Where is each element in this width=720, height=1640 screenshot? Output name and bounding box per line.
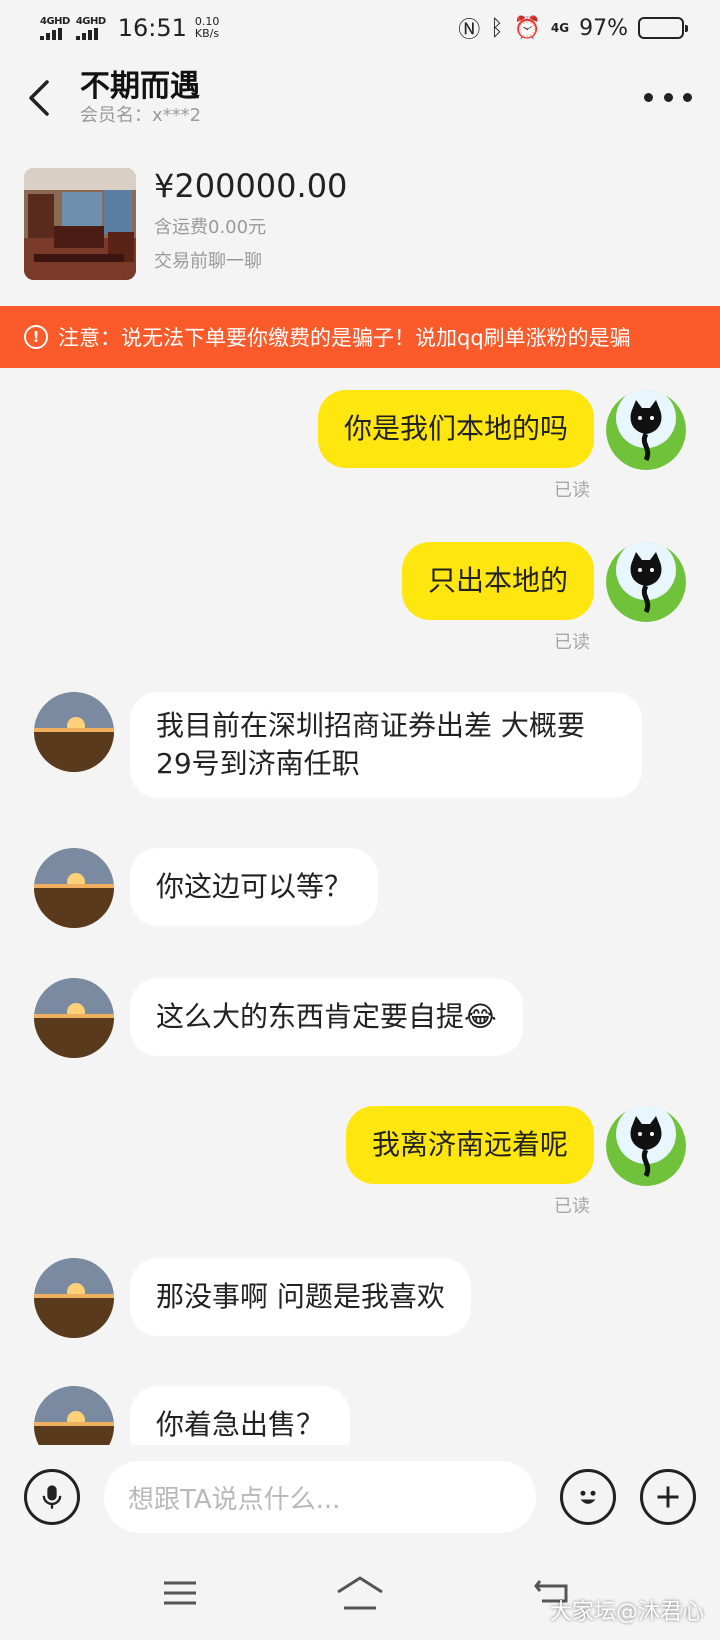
title-block: 不期而遇 会员名：x***2 — [80, 69, 201, 127]
incoming-message-bubble[interactable]: 那没事啊 问题是我喜欢 — [130, 1258, 471, 1336]
signal-bars-icon — [40, 27, 62, 40]
incoming-message-bubble[interactable]: 我目前在深圳招商证券出差 大概要29号到济南任职 — [130, 692, 642, 798]
read-receipt: 已读 — [554, 1196, 590, 1217]
seller-avatar[interactable] — [34, 1258, 114, 1338]
microphone-icon — [42, 1485, 62, 1509]
product-image[interactable] — [24, 168, 136, 280]
nav-home-button[interactable] — [336, 1573, 384, 1613]
network-type: 4G — [550, 21, 570, 35]
network-speed: 0.10 KB/s — [195, 16, 220, 40]
message-item: 我目前在深圳招商证券出差 大概要29号到济南任职 — [0, 692, 720, 802]
message-text: 这么大的东西肯定要自提😂 — [156, 1000, 497, 1033]
message-text: 我离济南远着呢 — [371, 1128, 568, 1161]
message-input[interactable]: 想跟TA说点什么... — [104, 1461, 536, 1533]
incoming-message-bubble[interactable]: 你这边可以等？ — [130, 848, 379, 926]
cat-avatar-icon — [606, 1106, 686, 1186]
sunset-avatar-icon — [34, 1386, 114, 1445]
alarm-icon: ⏰ — [513, 15, 541, 41]
incoming-message-bubble[interactable]: 这么大的东西肯定要自提😂 — [130, 978, 523, 1056]
my-avatar[interactable] — [606, 390, 686, 470]
nfc-icon: Ⓝ — [458, 18, 481, 43]
product-price: ¥200000.00 — [154, 167, 348, 205]
signal-indicator-1: 4GHD — [40, 15, 70, 40]
sunset-avatar-icon — [34, 1258, 114, 1338]
message-text: 你这边可以等？ — [156, 870, 353, 903]
warning-text: 注意：说无法下单要你缴费的是骗子！说加qq刷单涨粉的是骗 — [58, 326, 631, 350]
more-button[interactable] — [644, 84, 692, 110]
battery-icon — [638, 17, 688, 39]
message-item: 那没事啊 问题是我喜欢 — [0, 1258, 720, 1338]
message-item: 你着急出售？ — [0, 1386, 720, 1445]
message-list[interactable]: 你是我们本地的吗 已读 只出本地的 已读 我目前在深圳招商证券出差 大概要29号… — [0, 368, 720, 1445]
outgoing-message-bubble[interactable]: 我离济南远着呢 — [345, 1106, 594, 1184]
incoming-message-bubble[interactable]: 你着急出售？ — [130, 1386, 351, 1445]
nav-menu-button[interactable] — [156, 1573, 204, 1613]
watermark: 大家坛@沐君心 — [549, 1600, 704, 1625]
read-receipt: 已读 — [554, 632, 590, 653]
menu-icon — [164, 1581, 196, 1605]
cat-avatar-icon — [606, 542, 686, 622]
sunset-avatar-icon — [34, 848, 114, 928]
outgoing-message-bubble[interactable]: 你是我们本地的吗 — [317, 390, 594, 468]
seller-avatar[interactable] — [34, 692, 114, 772]
status-icons: Ⓝ ᛒ ⏰ 4G 97% — [458, 12, 688, 44]
message-text: 只出本地的 — [427, 564, 568, 597]
message-input-placeholder: 想跟TA说点什么... — [128, 1484, 341, 1515]
message-text: 那没事啊 问题是我喜欢 — [156, 1280, 445, 1313]
chat-title: 不期而遇 — [80, 69, 200, 104]
signal-label-1: 4GHD — [40, 15, 70, 27]
battery-percent: 97% — [579, 15, 628, 41]
product-card[interactable]: ¥200000.00 含运费0.00元 交易前聊一聊 — [0, 150, 720, 290]
my-avatar[interactable] — [606, 1106, 686, 1186]
message-text: 我目前在深圳招商证券出差 大概要29号到济南任职 — [156, 709, 585, 780]
voice-button[interactable] — [24, 1469, 80, 1525]
living-room-thumbnail — [24, 168, 136, 280]
network-speed-unit: KB/s — [194, 27, 220, 40]
status-bar: 4GHD 4GHD 16:51 0.10 KB/s Ⓝ ᛒ ⏰ 4G 97% — [0, 0, 720, 56]
message-item: 你是我们本地的吗 已读 — [0, 390, 720, 501]
system-nav-bar: 大家坛@沐君心 — [0, 1551, 720, 1640]
shipping-fee: 含运费0.00元 — [154, 217, 267, 238]
message-item: 你这边可以等？ — [0, 848, 720, 928]
seller-avatar[interactable] — [34, 978, 114, 1058]
read-receipt: 已读 — [554, 480, 590, 501]
outgoing-message-bubble[interactable]: 只出本地的 — [401, 542, 594, 620]
status-time: 16:51 — [117, 14, 187, 42]
plus-icon — [657, 1486, 679, 1508]
more-dots-icon — [644, 92, 653, 102]
scam-warning-banner: ! 注意：说无法下单要你缴费的是骗子！说加qq刷单涨粉的是骗 — [0, 306, 720, 368]
message-item: 只出本地的 已读 — [0, 542, 720, 653]
signal-bars-icon — [75, 27, 98, 40]
chat-header: 不期而遇 会员名：x***2 — [0, 56, 720, 140]
bluetooth-icon: ᛒ — [490, 15, 504, 41]
back-button[interactable] — [0, 56, 80, 140]
product-info: ¥200000.00 含运费0.00元 交易前聊一聊 — [154, 166, 347, 274]
signal-label-2: 4GHD — [75, 15, 106, 27]
my-avatar[interactable] — [606, 542, 686, 622]
member-name: 会员名：x***2 — [80, 105, 202, 126]
add-button[interactable] — [640, 1469, 696, 1525]
sunset-avatar-icon — [34, 978, 114, 1058]
seller-avatar[interactable] — [34, 1386, 114, 1445]
emoji-icon — [580, 1490, 596, 1504]
message-text: 你是我们本地的吗 — [343, 412, 568, 445]
signal-indicator-2: 4GHD — [75, 15, 106, 40]
sunset-avatar-icon — [34, 692, 114, 772]
message-item: 这么大的东西肯定要自提😂 — [0, 978, 720, 1058]
back-arrow-icon — [29, 80, 49, 116]
cat-avatar-icon — [606, 390, 686, 470]
message-text: 你着急出售？ — [156, 1408, 325, 1441]
emoji-button[interactable] — [560, 1469, 616, 1525]
alert-circle-icon: ! — [24, 325, 48, 349]
seller-avatar[interactable] — [34, 848, 114, 928]
message-item: 我离济南远着呢 已读 — [0, 1106, 720, 1217]
input-bar: 想跟TA说点什么... — [0, 1445, 720, 1551]
home-icon — [337, 1576, 383, 1610]
trade-note: 交易前聊一聊 — [154, 251, 262, 272]
